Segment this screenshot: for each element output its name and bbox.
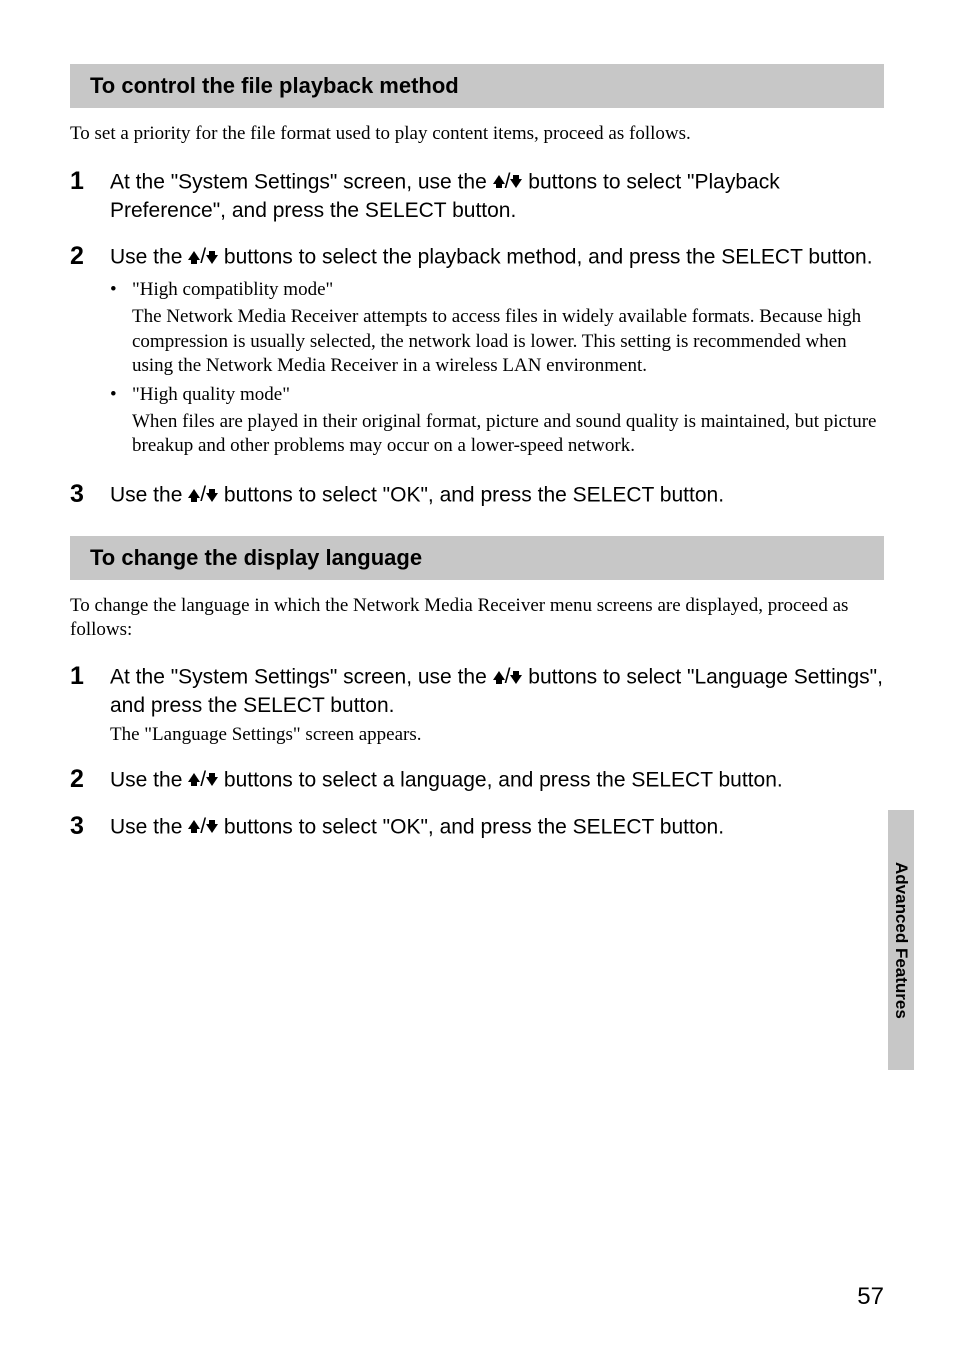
step-text: Use the / buttons to select "OK", and pr… bbox=[110, 813, 884, 842]
up-arrow-icon bbox=[188, 820, 200, 833]
up-arrow-icon bbox=[493, 671, 505, 684]
step-number: 3 bbox=[70, 813, 110, 839]
updown-buttons-icon: / bbox=[493, 168, 523, 196]
step-text: At the "System Settings" screen, use the… bbox=[110, 168, 884, 225]
step-item: 1 At the "System Settings" screen, use t… bbox=[70, 663, 884, 747]
step-item: 3 Use the / buttons to select "OK", and … bbox=[70, 481, 884, 510]
section-intro-playback: To set a priority for the file format us… bbox=[70, 122, 884, 146]
step-number: 3 bbox=[70, 481, 110, 507]
down-arrow-icon bbox=[206, 773, 218, 786]
bullet-body-text: When files are played in their original … bbox=[132, 410, 884, 459]
step-text-post: buttons to select a language, and press … bbox=[218, 768, 783, 791]
down-arrow-icon bbox=[206, 489, 218, 502]
bullet-item: • "High compatiblity mode" The Network M… bbox=[110, 278, 884, 379]
side-tab-label: Advanced Features bbox=[891, 862, 911, 1019]
step-item: 1 At the "System Settings" screen, use t… bbox=[70, 168, 884, 225]
updown-buttons-icon: / bbox=[188, 243, 218, 271]
bullet-body-text: The Network Media Receiver attempts to a… bbox=[132, 305, 884, 379]
step-number: 1 bbox=[70, 168, 110, 194]
bullet-list: • "High compatiblity mode" The Network M… bbox=[110, 278, 884, 459]
section-intro-language: To change the language in which the Netw… bbox=[70, 594, 884, 642]
up-arrow-icon bbox=[188, 489, 200, 502]
step-number: 2 bbox=[70, 243, 110, 269]
bullet-item: • "High quality mode" When files are pla… bbox=[110, 383, 884, 459]
down-arrow-icon bbox=[206, 820, 218, 833]
step-text: Use the / buttons to select a language, … bbox=[110, 766, 884, 795]
section-display-language: To change the display language To change… bbox=[70, 536, 884, 842]
updown-buttons-icon: / bbox=[188, 481, 218, 509]
step-item: 2 Use the / buttons to select a language… bbox=[70, 766, 884, 795]
down-arrow-icon bbox=[510, 175, 522, 188]
step-text-pre: Use the bbox=[110, 484, 188, 507]
down-arrow-icon bbox=[510, 671, 522, 684]
step-text: At the "System Settings" screen, use the… bbox=[110, 663, 884, 720]
step-text: Use the / buttons to select the playback… bbox=[110, 243, 884, 272]
up-arrow-icon bbox=[188, 251, 200, 264]
step-note: The "Language Settings" screen appears. bbox=[110, 723, 884, 748]
updown-buttons-icon: / bbox=[188, 766, 218, 794]
step-number: 2 bbox=[70, 766, 110, 792]
up-arrow-icon bbox=[188, 773, 200, 786]
step-item: 2 Use the / buttons to select the playba… bbox=[70, 243, 884, 463]
step-text-pre: At the "System Settings" screen, use the bbox=[110, 170, 493, 193]
step-text: Use the / buttons to select "OK", and pr… bbox=[110, 481, 884, 510]
step-text-pre: At the "System Settings" screen, use the bbox=[110, 666, 493, 689]
page-number: 57 bbox=[857, 1283, 884, 1311]
bullet-intro: "High compatiblity mode" bbox=[132, 278, 884, 303]
down-arrow-icon bbox=[206, 251, 218, 264]
step-text-pre: Use the bbox=[110, 246, 188, 269]
section-heading-playback: To control the file playback method bbox=[70, 64, 884, 108]
section-heading-language: To change the display language bbox=[70, 536, 884, 580]
section-playback-method: To control the file playback method To s… bbox=[70, 64, 884, 510]
up-arrow-icon bbox=[493, 175, 505, 188]
bullet-marker: • bbox=[110, 278, 132, 303]
bullet-marker: • bbox=[110, 383, 132, 408]
updown-buttons-icon: / bbox=[493, 663, 523, 691]
bullet-intro: "High quality mode" bbox=[132, 383, 884, 408]
step-item: 3 Use the / buttons to select "OK", and … bbox=[70, 813, 884, 842]
updown-buttons-icon: / bbox=[188, 813, 218, 841]
step-number: 1 bbox=[70, 663, 110, 689]
side-tab: Advanced Features bbox=[888, 810, 914, 1070]
step-text-pre: Use the bbox=[110, 815, 188, 838]
step-text-post: buttons to select the playback method, a… bbox=[218, 246, 873, 269]
step-text-post: buttons to select "OK", and press the SE… bbox=[218, 815, 724, 838]
step-text-pre: Use the bbox=[110, 768, 188, 791]
step-text-post: buttons to select "OK", and press the SE… bbox=[218, 484, 724, 507]
